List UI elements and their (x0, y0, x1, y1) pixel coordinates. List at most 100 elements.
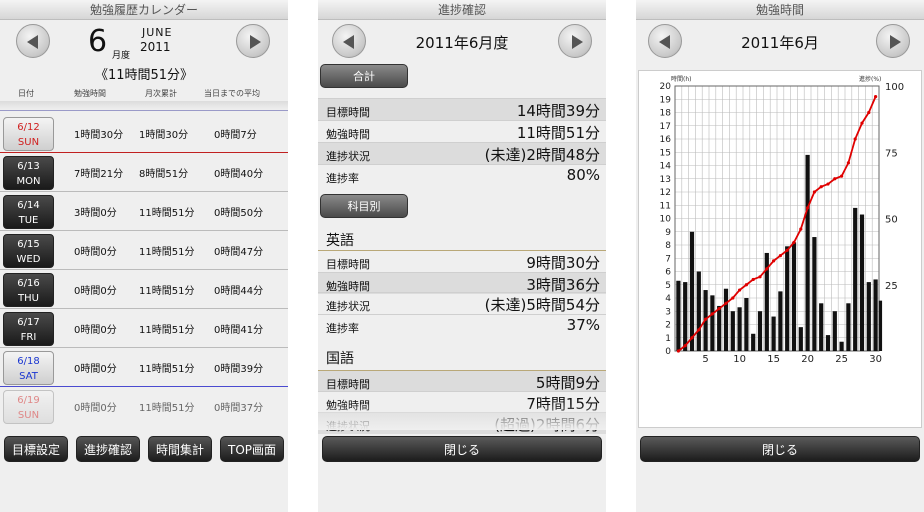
day-date: 6/18 (17, 356, 40, 367)
kv-value: (未達)2時間48分 (484, 146, 600, 164)
progress-point (860, 121, 864, 125)
table-row: 6/15 WED 0時間0分 11時間51分 0時間47分 (0, 231, 288, 270)
day-date: 6/12 (17, 122, 40, 133)
studytime-title: 勉強時間 (636, 0, 924, 20)
total-tab-button[interactable]: 合計 (320, 64, 408, 88)
goal-setting-button[interactable]: 目標設定 (4, 436, 68, 462)
y-tick-label: 7 (665, 254, 671, 264)
kv-value: 14時間39分 (516, 102, 600, 120)
day-date: 6/17 (17, 317, 40, 328)
right-triangle-icon (250, 35, 261, 49)
x-tick-label: 20 (801, 354, 814, 365)
cumulative-cell: 8時間51分 (139, 169, 189, 180)
next-month-button[interactable] (236, 24, 270, 58)
day-button[interactable]: 6/17 FRI (3, 312, 54, 346)
kv-row: 進捗状況 (未達)2時間48分 (318, 142, 606, 164)
average-cell: 0時間39分 (214, 364, 264, 375)
prev-row-strip (0, 101, 288, 111)
month-suffix: 月度 (112, 51, 131, 61)
progress-point (676, 349, 680, 353)
study-chart: 時間(h) 進捗(%) 0123456789101112131415161718… (660, 75, 905, 365)
x-tick-label: 15 (767, 354, 780, 365)
progress-point (731, 296, 735, 300)
kv-row: 進捗率 37% (318, 314, 606, 336)
day-button[interactable]: 6/13 MON (3, 156, 54, 190)
day-button[interactable]: 6/12 SUN (3, 117, 54, 151)
y2-tick-label: 75 (885, 148, 898, 159)
cumulative-cell: 11時間51分 (139, 286, 195, 297)
y-tick-label: 8 (665, 241, 671, 251)
y-tick-label: 11 (660, 201, 671, 211)
study-cell: 7時間21分 (74, 169, 124, 180)
progress-button[interactable]: 進捗確認 (76, 436, 140, 462)
y2-tick-label: 100 (885, 82, 904, 93)
progress-point (846, 161, 850, 165)
study-cell: 0時間0分 (74, 403, 117, 414)
progress-title: 進捗確認 (318, 0, 606, 20)
day-button[interactable]: 6/18 SAT (3, 351, 54, 385)
average-cell: 0時間44分 (214, 286, 264, 297)
day-button[interactable]: 6/14 TUE (3, 195, 54, 229)
study-cell: 3時間0分 (74, 208, 117, 219)
average-cell: 0時間37分 (214, 403, 264, 414)
day-date: 6/19 (17, 395, 40, 406)
col-study: 勉強時間 (74, 89, 106, 98)
y-tick-label: 5 (665, 281, 671, 291)
bar (751, 333, 756, 351)
y-tick-label: 2 (665, 321, 671, 331)
kv-value: 37% (566, 316, 600, 334)
progress-point (785, 248, 789, 252)
day-button[interactable]: 6/19 SUN (3, 390, 54, 424)
close-button[interactable]: 閉じる (640, 436, 920, 462)
bar (846, 303, 851, 351)
progress-point (724, 301, 728, 305)
bar (873, 279, 878, 351)
study-cell: 0時間0分 (74, 325, 117, 336)
prev-month-button[interactable] (16, 24, 50, 58)
day-button[interactable]: 6/15 WED (3, 234, 54, 268)
kv-value: (未達)5時間54分 (484, 296, 600, 314)
cumulative-cell: 11時間51分 (139, 325, 195, 336)
day-date: 6/16 (17, 278, 40, 289)
y2-axis-label: 進捗(%) (859, 75, 881, 83)
left-triangle-icon (27, 35, 38, 49)
bar (798, 327, 803, 351)
y2-tick-label: 25 (885, 281, 898, 292)
progress-point (840, 174, 844, 178)
progress-point (697, 328, 701, 332)
x-tick-label: 5 (702, 354, 708, 365)
close-button[interactable]: 閉じる (322, 436, 602, 462)
bottom-toolbar: 目標設定 進捗確認 時間集計 TOP画面 (0, 436, 288, 464)
year-label: 2011 (140, 40, 171, 54)
time-summary-button[interactable]: 時間集計 (148, 436, 212, 462)
kv-row: 目標時間 9時間30分 (318, 250, 606, 272)
bar (791, 242, 797, 351)
cumulative-cell: 11時間51分 (139, 403, 195, 414)
kv-value: 9時間30分 (526, 254, 600, 272)
average-cell: 0時間41分 (214, 325, 264, 336)
y-tick-label: 0 (665, 347, 671, 357)
bar (730, 311, 735, 351)
progress-point (778, 254, 782, 258)
kv-label: 進捗率 (326, 172, 359, 185)
by-subject-tab-button[interactable]: 科目別 (320, 194, 408, 218)
cumulative-cell: 11時間51分 (139, 247, 195, 258)
day-dow: SUN (17, 137, 40, 148)
bar (825, 335, 831, 351)
progress-point (744, 283, 748, 287)
progress-point (772, 259, 776, 263)
day-button[interactable]: 6/16 THU (3, 273, 54, 307)
bar (710, 295, 715, 351)
kv-row: 勉強時間 3時間36分 (318, 272, 606, 294)
cumulative-cell: 11時間51分 (139, 208, 195, 219)
x-tick-label: 30 (869, 354, 882, 365)
progress-point (710, 312, 714, 316)
y-tick-label: 14 (660, 162, 672, 172)
day-date: 6/14 (17, 200, 40, 211)
progress-point (690, 336, 694, 340)
top-screen-button[interactable]: TOP画面 (220, 436, 284, 462)
studytime-screen: 勉強時間 2011年6月 時間(h) 進捗(%) 0 1 2 3 4 5 6 7 8 9 10 11 1… (636, 0, 924, 512)
month-name: JUNE (142, 26, 173, 39)
average-cell: 0時間7分 (214, 130, 257, 141)
progress-screen: 進捗確認 2011年6月度 合計 目標時間 14時間39分 勉強時間 11時間51分… (318, 0, 606, 512)
